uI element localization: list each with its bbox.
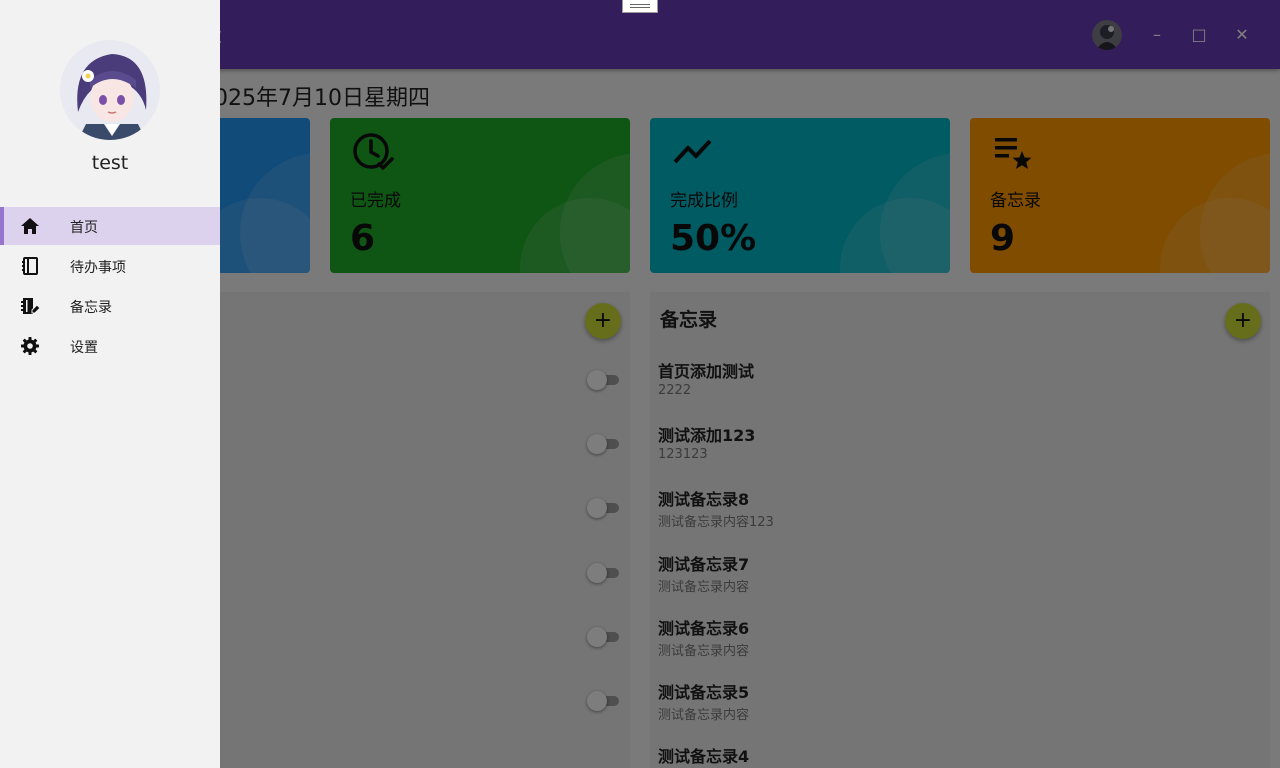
nav-item-settings[interactable]: 设置 [0,327,220,365]
nav-item-memos[interactable]: 备忘录 [0,287,220,325]
nav-label: 待办事项 [70,260,126,276]
nav-label: 备忘录 [70,300,112,316]
window-drag-handle[interactable] [622,0,658,13]
gear-icon [21,337,39,355]
notebook-edit-icon [21,298,40,314]
username: test [91,152,129,174]
nav-label: 设置 [70,340,98,356]
nav-item-todos[interactable]: 待办事项 [0,247,220,285]
nav-item-home[interactable]: 首页 [0,207,220,245]
nav-label: 首页 [70,220,98,236]
user-avatar[interactable] [60,40,160,140]
notebook-icon [22,257,38,275]
navigation-drawer: test 首页 待办事项 备忘录 设置 [0,0,220,768]
home-icon [21,218,39,234]
